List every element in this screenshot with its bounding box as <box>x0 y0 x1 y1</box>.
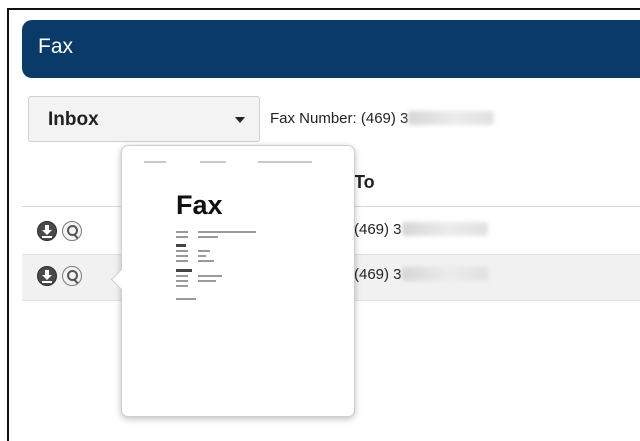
preview-icon[interactable] <box>62 221 82 241</box>
folder-select[interactable]: Inbox <box>28 96 260 142</box>
page-header: Fax <box>22 20 640 78</box>
fax-preview-popover: Fax <box>110 145 355 417</box>
folder-select-value: Inbox <box>48 109 99 130</box>
page-title: Fax <box>38 35 74 58</box>
table-cell-to: (469) 3 <box>354 221 488 238</box>
fax-number: Fax Number: (469) 3 <box>270 110 495 127</box>
download-icon[interactable] <box>37 221 57 241</box>
column-header-to: To <box>354 172 375 192</box>
table-cell-to: (469) 3 <box>354 266 488 283</box>
redacted-blur <box>401 222 488 236</box>
fax-number-label: Fax Number: (469) 3 <box>270 110 409 127</box>
redacted-blur <box>408 111 495 125</box>
chevron-down-icon <box>235 117 245 123</box>
download-icon[interactable] <box>37 266 57 286</box>
table-cell-to-text: (469) 3 <box>354 266 402 283</box>
table-cell-to-text: (469) 3 <box>354 221 402 238</box>
fax-preview-heading: Fax <box>176 190 223 220</box>
preview-icon[interactable] <box>62 266 82 286</box>
redacted-blur <box>401 267 488 281</box>
